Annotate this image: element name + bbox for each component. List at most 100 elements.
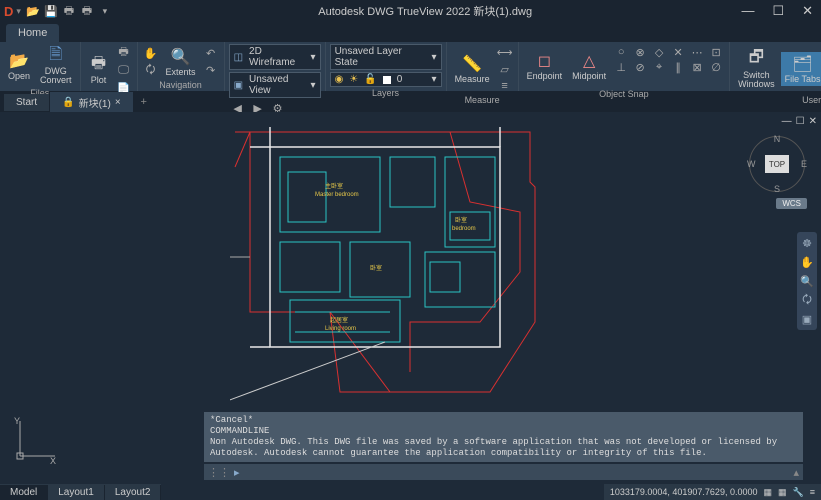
named-view-dropdown[interactable]: ▣ Unsaved View ▾: [229, 72, 321, 98]
canvas-maximize-button[interactable]: ☐: [796, 116, 805, 127]
close-tab-icon[interactable]: ×: [115, 97, 121, 108]
close-button[interactable]: ✕: [798, 3, 817, 19]
drawing-canvas[interactable]: — ☐ ✕ TOP N S E W WCS ☸ ✋ 🔍 🗘 ▣: [0, 112, 821, 484]
svg-text:起居室: 起居室: [330, 316, 348, 324]
midpoint-button[interactable]: △ Midpoint: [568, 49, 610, 83]
window-controls: — ☐ ✕: [737, 3, 817, 19]
chevron-down-icon: ▾: [432, 52, 437, 63]
file-tabs-button[interactable]: 🗂 File Tabs: [781, 52, 821, 86]
compass-w[interactable]: W: [747, 159, 756, 169]
tabs-icon: 🗂: [793, 54, 813, 74]
zoom-back-icon[interactable]: ↶: [202, 45, 220, 61]
canvas-close-button[interactable]: ✕: [809, 116, 817, 127]
grid-toggle-icon[interactable]: ▦: [778, 487, 787, 498]
osnap-apparent-icon[interactable]: ⊠: [688, 59, 706, 75]
svg-text:Master bedroom: Master bedroom: [315, 192, 359, 198]
layer-state-dropdown[interactable]: Unsaved Layer State ▾: [330, 44, 442, 70]
distance-icon[interactable]: ⟷: [496, 44, 514, 60]
switch-windows-button[interactable]: 🗗 Switch Windows: [734, 48, 779, 91]
publish-icon[interactable]: 🖶: [79, 3, 95, 19]
model-toggle-icon[interactable]: ▦: [763, 487, 772, 498]
tab-start[interactable]: Start: [4, 94, 50, 111]
orbit-icon[interactable]: 🗘: [142, 62, 160, 78]
cmd-label-line: COMMANDLINE: [210, 426, 797, 437]
cmd-handle-icon[interactable]: ⋮⋮: [208, 466, 230, 479]
view-icon: ▣: [234, 80, 243, 91]
lock-open-icon: 🔓: [364, 74, 376, 85]
compass-e[interactable]: E: [801, 159, 807, 169]
viewcube-face-top[interactable]: TOP: [765, 155, 789, 173]
osnap-tangent-icon[interactable]: ⊘: [631, 59, 649, 75]
osnap-quadrant-icon[interactable]: ◇: [650, 44, 668, 60]
wcs-badge[interactable]: WCS: [776, 198, 807, 209]
command-input-row: ⋮⋮ ▸ ▴: [204, 464, 803, 480]
osnap-insertion-icon[interactable]: ⊡: [707, 44, 725, 60]
app-menu-chevron[interactable]: ▾: [16, 6, 21, 17]
list-icon[interactable]: ≡: [496, 78, 514, 94]
showmotion-icon[interactable]: ▣: [799, 311, 815, 327]
chevron-down-icon: ▾: [311, 80, 316, 91]
lightbulb-icon: ◉: [335, 74, 344, 85]
save-icon[interactable]: 💾: [43, 3, 59, 19]
pan-tool-icon[interactable]: ✋: [799, 254, 815, 270]
osnap-nearest-icon[interactable]: ⌖: [650, 59, 668, 75]
osnap-intersection-icon[interactable]: ✕: [669, 44, 687, 60]
layout-tab-1[interactable]: Layout1: [48, 485, 105, 500]
plot-button[interactable]: 🖶 Plot: [85, 53, 113, 87]
osnap-node-icon[interactable]: ⊗: [631, 44, 649, 60]
cmd-recent-icon[interactable]: ▴: [793, 466, 799, 479]
area-icon[interactable]: ▱: [496, 61, 514, 77]
tab-file[interactable]: 🔒 新块(1) ×: [50, 92, 134, 113]
layout-tab-model[interactable]: Model: [0, 485, 48, 500]
minimize-button[interactable]: —: [737, 3, 758, 19]
open-button[interactable]: 📂 Open: [4, 49, 34, 83]
maximize-button[interactable]: ☐: [768, 3, 788, 19]
plot-icon[interactable]: 🖶: [61, 3, 77, 19]
layer-current-dropdown[interactable]: ◉ ☀ 🔓 0 ▾: [330, 72, 442, 87]
ribbon: 📂 Open 🗎 DWG Convert Files 🖶 Plot 🖶 🖵 📄 …: [0, 42, 821, 92]
steering-wheel-icon[interactable]: ☸: [799, 235, 815, 251]
statusbar: 1033179.0004, 401907.7629, 0.0000 ▦ ▦ 🔧 …: [604, 484, 821, 500]
batch-plot-icon[interactable]: 🖶: [115, 44, 133, 60]
sun-icon: ☀: [349, 74, 358, 85]
extents-button[interactable]: 🔍 Extents: [162, 45, 200, 79]
qat-chevron-down-icon[interactable]: ▾: [97, 3, 113, 19]
ruler-icon: 📏: [462, 54, 482, 74]
open-icon[interactable]: 📂: [25, 3, 41, 19]
osnap-grid: ○ ⊗ ◇ ✕ ⋯ ⊡ ⊥ ⊘ ⌖ ∥ ⊠ ∅: [612, 44, 725, 88]
svg-text:主卧室: 主卧室: [325, 182, 343, 190]
layout-tab-2[interactable]: Layout2: [105, 485, 162, 500]
osnap-parallel-icon[interactable]: ∥: [669, 59, 687, 75]
dwg-convert-icon: 🗎: [46, 46, 66, 66]
zoom-forward-icon[interactable]: ↷: [202, 62, 220, 78]
osnap-none-icon[interactable]: ∅: [707, 59, 725, 75]
ribbon-tab-home[interactable]: Home: [6, 24, 59, 42]
panel-osnap-label: Object Snap: [523, 88, 726, 100]
command-input[interactable]: [244, 467, 790, 478]
compass-n[interactable]: N: [774, 134, 781, 144]
window-title: Autodesk DWG TrueView 2022 新块(1).dwg: [113, 3, 738, 19]
orbit-tool-icon[interactable]: 🗘: [799, 292, 815, 308]
zoom-tool-icon[interactable]: 🔍: [799, 273, 815, 289]
osnap-perpendicular-icon[interactable]: ⊥: [612, 59, 630, 75]
panel-navigation: ✋ 🗘 🔍 Extents ↶ ↷ Navigation: [138, 42, 225, 91]
osnap-center-icon[interactable]: ○: [612, 44, 630, 60]
viewcube[interactable]: TOP N S E W: [749, 136, 805, 192]
visual-style-dropdown[interactable]: ◫ 2D Wireframe ▾: [229, 44, 321, 70]
pan-icon[interactable]: ✋: [142, 45, 160, 61]
compass-s[interactable]: S: [774, 184, 780, 194]
quick-access-toolbar: 📂 💾 🖶 🖶 ▾: [25, 3, 113, 19]
measure-button[interactable]: 📏 Measure: [451, 52, 494, 86]
annotation-scale-icon[interactable]: 🔧: [793, 487, 804, 498]
preview-icon[interactable]: 🖵: [115, 62, 133, 78]
customize-icon[interactable]: ≡: [810, 487, 815, 497]
osnap-extension-icon[interactable]: ⋯: [688, 44, 706, 60]
windows-icon: 🗗: [746, 50, 766, 70]
endpoint-button[interactable]: ◻ Endpoint: [523, 49, 567, 83]
canvas-minimize-button[interactable]: —: [782, 116, 792, 127]
add-tab-button[interactable]: +: [134, 96, 154, 108]
panel-ui: 🗗 Switch Windows 🗂 File Tabs ▤ Layout Ta…: [730, 42, 821, 91]
floorplan-drawing: 主卧室 Master bedroom 卧室 bedroom 起居室 Living…: [230, 122, 540, 402]
dwg-convert-button[interactable]: 🗎 DWG Convert: [36, 44, 76, 87]
chevron-down-icon: ▾: [311, 52, 316, 63]
